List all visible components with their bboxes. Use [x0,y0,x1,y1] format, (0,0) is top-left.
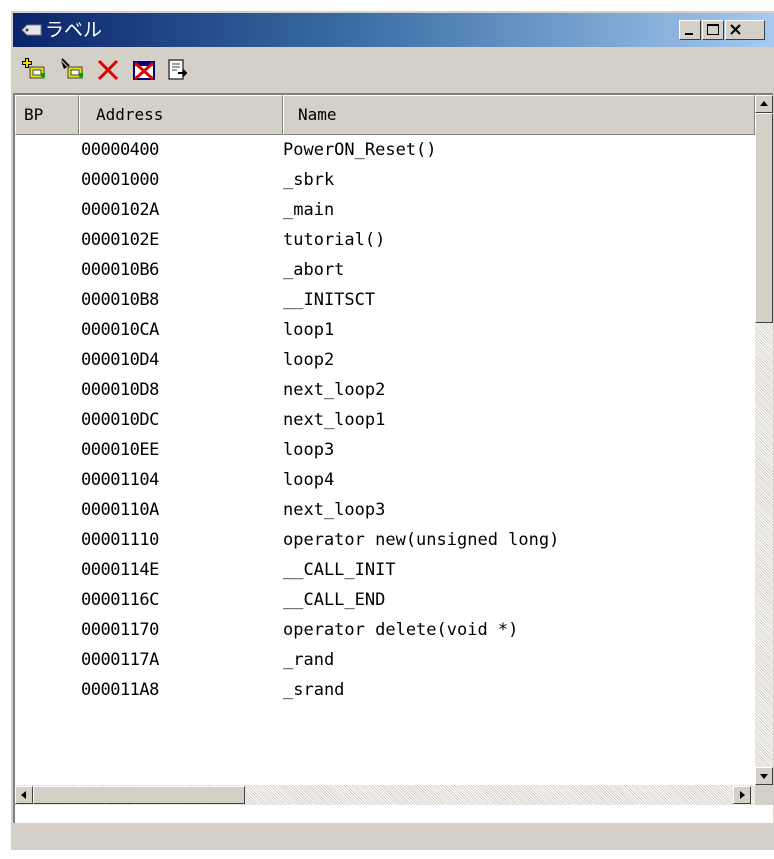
address-cell: 0000116C [81,590,159,610]
table-row[interactable]: 000010B8 __INITSCT [15,285,755,315]
toolbar [13,47,774,93]
address-cell: 000011A8 [81,680,159,700]
delete-label-button[interactable] [95,57,121,83]
table-row[interactable]: 000010B6 _abort [15,255,755,285]
column-header-name[interactable]: Name [283,95,755,135]
address-cell: 000010EE [81,440,159,460]
name-cell: operator delete(void *) [283,620,519,640]
name-cell: __CALL_INIT [283,560,396,580]
table-row[interactable]: 0000114E __CALL_INIT [15,555,755,585]
close-button[interactable] [725,20,765,40]
name-cell: _rand [283,650,335,670]
address-cell: 000010B6 [81,260,159,280]
table-row[interactable]: 000010DC next_loop1 [15,405,755,435]
title-bar[interactable]: ラベル [13,13,774,47]
address-cell: 00001110 [81,530,159,550]
close-icon [726,21,764,39]
vertical-scroll-thumb[interactable] [755,113,773,323]
name-cell: _abort [283,260,345,280]
address-cell: 0000114E [81,560,159,580]
export-labels-icon [165,57,191,83]
add-label-icon [21,57,47,83]
scrollbar-corner [755,785,773,805]
delete-label-icon [95,57,121,83]
address-cell: 0000117A [81,650,159,670]
label-list[interactable]: BP Address Name 00000400 PowerON_Reset() 0… [13,93,773,823]
arrow-left-icon [16,787,32,803]
scroll-up-button[interactable] [755,95,773,113]
delete-all-labels-button[interactable] [131,57,157,83]
name-cell: tutorial() [283,230,386,250]
window-title: ラベル [45,19,103,41]
table-row[interactable]: 000010EE loop3 [15,435,755,465]
address-cell: 0000102A [81,200,159,220]
vertical-scrollbar[interactable] [755,95,773,785]
scroll-right-button[interactable] [733,786,751,804]
table-row[interactable]: 0000117A _rand [15,645,755,675]
name-cell: loop1 [283,320,335,340]
table-row[interactable]: 000010D8 next_loop2 [15,375,755,405]
address-cell: 00001104 [81,470,159,490]
label-window: ラベル BP Address Name 00000400 PowerON_Res… [10,10,774,850]
edit-label-icon [59,57,85,83]
address-cell: 00001170 [81,620,159,640]
name-cell: loop4 [283,470,335,490]
table-row[interactable]: 00001104 loop4 [15,465,755,495]
name-cell: _sbrk [283,170,335,190]
name-cell: loop3 [283,440,335,460]
name-cell: operator new(unsigned long) [283,530,560,550]
minimize-icon [680,21,700,39]
arrow-up-icon [756,96,772,112]
name-cell: loop2 [283,350,335,370]
address-cell: 0000110A [81,500,159,520]
address-cell: 000010D4 [81,350,159,370]
edit-label-button[interactable] [59,57,85,83]
address-cell: 000010B8 [81,290,159,310]
maximize-button[interactable] [702,20,724,40]
name-cell: _srand [283,680,345,700]
name-cell: __INITSCT [283,290,376,310]
table-row[interactable]: 00001110 operator new(unsigned long) [15,525,755,555]
list-header: BP Address Name [15,95,755,135]
table-row[interactable]: 0000102E tutorial() [15,225,755,255]
address-cell: 000010CA [81,320,159,340]
table-row[interactable]: 00001170 operator delete(void *) [15,615,755,645]
table-row[interactable]: 000011A8 _srand [15,675,755,705]
name-cell: PowerON_Reset() [283,140,437,160]
name-cell: _main [283,200,335,220]
name-cell: next_loop2 [283,380,386,400]
address-cell: 000010DC [81,410,159,430]
name-cell: next_loop3 [283,500,386,520]
name-cell: next_loop1 [283,410,386,430]
name-cell: __CALL_END [283,590,386,610]
column-header-bp[interactable]: BP [15,95,79,135]
arrow-down-icon [756,768,772,784]
table-row[interactable]: 0000102A _main [15,195,755,225]
export-labels-button[interactable] [165,57,191,83]
address-cell: 0000102E [81,230,159,250]
table-row[interactable]: 000010D4 loop2 [15,345,755,375]
table-row[interactable]: 0000110A next_loop3 [15,495,755,525]
table-row[interactable]: 000010CA loop1 [15,315,755,345]
maximize-icon [703,21,723,39]
list-rows: 00000400 PowerON_Reset() 00001000 _sbrk 0000… [15,135,755,705]
label-window-icon [21,23,43,37]
address-cell: 00001000 [81,170,159,190]
horizontal-scroll-thumb[interactable] [33,786,245,804]
scroll-down-button[interactable] [755,767,773,785]
table-row[interactable]: 0000116C __CALL_END [15,585,755,615]
horizontal-scrollbar[interactable] [15,785,755,805]
scroll-left-button[interactable] [15,786,33,804]
address-cell: 000010D8 [81,380,159,400]
add-label-button[interactable] [21,57,47,83]
column-header-address[interactable]: Address [79,95,283,135]
minimize-button[interactable] [679,20,701,40]
table-row[interactable]: 00000400 PowerON_Reset() [15,135,755,165]
address-cell: 00000400 [81,140,159,160]
arrow-right-icon [734,787,750,803]
table-row[interactable]: 00001000 _sbrk [15,165,755,195]
delete-all-labels-icon [131,57,157,83]
